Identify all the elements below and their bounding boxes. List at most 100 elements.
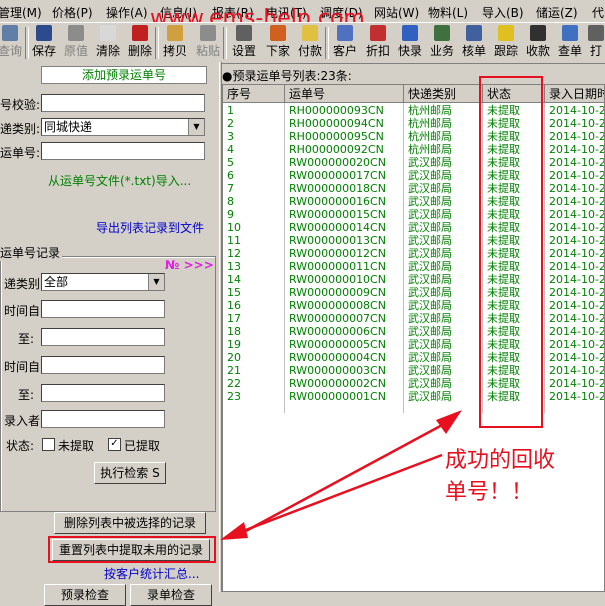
table-row[interactable]: 17RW000000007CN武汉邮局未提取2014-10-24 — [223, 312, 604, 325]
business-label: 业务 — [429, 44, 454, 58]
entered-by-field[interactable] — [41, 410, 165, 428]
menu-item-10[interactable]: 储运(Z) — [536, 4, 578, 21]
check-button[interactable]: 查单 — [554, 25, 586, 61]
table-row[interactable]: 9RW000000015CN武汉邮局未提取2014-10-24 — [223, 208, 604, 221]
column-header-2[interactable]: 快递类别 — [404, 85, 483, 103]
customer-button[interactable]: 客户 — [328, 25, 362, 61]
table-row[interactable]: 13RW000000011CN武汉邮局未提取2014-10-24 — [223, 260, 604, 273]
table-cell: 5 — [227, 156, 234, 169]
save-button[interactable]: 保存 — [28, 25, 60, 61]
table-row[interactable]: 21RW000000003CN武汉邮局未提取2014-10-24 — [223, 364, 604, 377]
table-cell: 武汉邮局 — [408, 182, 452, 195]
delete-selected-button[interactable]: 删除列表中被选择的记录 — [54, 512, 206, 534]
table-cell: 14 — [227, 273, 241, 286]
entry-check-button[interactable]: 录单检查 — [130, 584, 212, 606]
time2-from-field[interactable] — [41, 356, 165, 374]
table-cell: 18 — [227, 325, 241, 338]
table-cell: RW000000017CN — [289, 169, 386, 182]
delete-button[interactable]: 删除 — [124, 25, 156, 61]
table-cell: 16 — [227, 299, 241, 312]
menu-item-7[interactable]: 网站(W) — [374, 4, 419, 21]
table-row[interactable]: 14RW000000010CN武汉邮局未提取2014-10-24 — [223, 273, 604, 286]
table-row[interactable]: 11RW000000013CN武汉邮局未提取2014-10-24 — [223, 234, 604, 247]
import-link[interactable]: 从运单号文件(*.txt)导入... — [48, 172, 191, 189]
express-icon — [402, 25, 418, 41]
column-header-1[interactable]: 运单号 — [285, 85, 404, 103]
verify-button[interactable]: 核单 — [458, 25, 490, 61]
table-cell: 武汉邮局 — [408, 221, 452, 234]
paste-button[interactable]: 粘贴 — [192, 25, 224, 61]
column-header-4[interactable]: 录入日期时 — [545, 85, 604, 103]
menu-item-9[interactable]: 导入(B) — [482, 4, 524, 21]
settings-button[interactable]: 设置 — [226, 25, 262, 61]
table-cell: 武汉邮局 — [408, 273, 452, 286]
time2-to-field[interactable] — [41, 384, 165, 402]
table-row[interactable]: 4RH000000092CN杭州邮局未提取2014-10-24 — [223, 143, 604, 156]
chevron-down-icon[interactable]: ▼ — [188, 119, 204, 135]
print-button[interactable]: 打 — [586, 25, 605, 61]
stats-link[interactable]: 按客户统计汇总... — [104, 565, 199, 582]
menu-item-8[interactable]: 物料(L) — [428, 4, 468, 21]
clear-icon — [100, 25, 116, 41]
unused-checkbox[interactable] — [42, 438, 55, 451]
table-row[interactable]: 16RW000000008CN武汉邮局未提取2014-10-24 — [223, 299, 604, 312]
group-marker[interactable]: № >>> — [165, 258, 214, 272]
add-waybill-button[interactable]: 添加预录运单号 — [41, 66, 207, 84]
table-row[interactable]: 7RW000000018CN武汉邮局未提取2014-10-24 — [223, 182, 604, 195]
express-type-select[interactable]: 同城快递 ▼ — [41, 118, 205, 136]
menu-item-11[interactable]: 代 — [592, 4, 604, 21]
table-cell: 2014-10-24 — [549, 195, 604, 208]
download-button[interactable]: 下家 — [262, 25, 294, 61]
payment-button[interactable]: 付款 — [294, 25, 326, 61]
used-checkbox[interactable]: ✓ — [108, 438, 121, 451]
menu-item-1[interactable]: 价格(P) — [52, 4, 93, 21]
search-button[interactable]: 执行检索 S — [94, 462, 166, 484]
table-row[interactable]: 6RW000000017CN武汉邮局未提取2014-10-24 — [223, 169, 604, 182]
track-button[interactable]: 跟踪 — [490, 25, 522, 61]
check-icon — [562, 25, 578, 41]
table-row[interactable]: 18RW000000006CN武汉邮局未提取2014-10-24 — [223, 325, 604, 338]
restore-button[interactable]: 原值 — [60, 25, 92, 61]
query-button[interactable]: 查询 — [0, 25, 26, 61]
settings-label: 设置 — [231, 44, 256, 58]
table-row[interactable]: 19RW000000005CN武汉邮局未提取2014-10-24 — [223, 338, 604, 351]
table-cell: 武汉邮局 — [408, 156, 452, 169]
table-row[interactable]: 15RW000000009CN武汉邮局未提取2014-10-24 — [223, 286, 604, 299]
table-row[interactable]: 12RW000000012CN武汉邮局未提取2014-10-24 — [223, 247, 604, 260]
table-row[interactable]: 8RW000000016CN武汉邮局未提取2014-10-24 — [223, 195, 604, 208]
table-row[interactable]: 2RH000000094CN杭州邮局未提取2014-10-24 — [223, 117, 604, 130]
business-button[interactable]: 业务 — [426, 25, 458, 61]
filter-type-value: 全部 — [44, 275, 69, 289]
table-cell: 2014-10-24 — [549, 312, 604, 325]
collect-button[interactable]: 收款 — [522, 25, 554, 61]
waybill-field[interactable] — [41, 142, 205, 160]
highlight-status-column — [479, 76, 543, 428]
settings-icon — [236, 25, 252, 41]
table-cell: 2 — [227, 117, 234, 130]
chevron-down-icon[interactable]: ▼ — [148, 274, 164, 290]
column-header-0[interactable]: 序号 — [223, 85, 285, 103]
time-to-field[interactable] — [41, 328, 165, 346]
menu-item-2[interactable]: 操作(A) — [106, 4, 148, 21]
table-row[interactable]: 22RW000000002CN武汉邮局未提取2014-10-24 — [223, 377, 604, 390]
table-cell: 2014-10-24 — [549, 234, 604, 247]
filter-type-select[interactable]: 全部 ▼ — [41, 273, 165, 291]
express-button[interactable]: 快录 — [394, 25, 426, 61]
precheck-button[interactable]: 预录检查 — [44, 584, 126, 606]
table-cell: RW000000003CN — [289, 364, 386, 377]
table-row[interactable]: 1RH000000093CN杭州邮局未提取2014-10-24 — [223, 104, 604, 117]
table-row[interactable]: 5RW000000020CN武汉邮局未提取2014-10-24 — [223, 156, 604, 169]
table-cell: 武汉邮局 — [408, 286, 452, 299]
discount-button[interactable]: 折扣 — [362, 25, 394, 61]
copy-label: 拷贝 — [162, 44, 187, 58]
copy-button[interactable]: 拷贝 — [158, 25, 192, 61]
table-row[interactable]: 3RH000000095CN杭州邮局未提取2014-10-24 — [223, 130, 604, 143]
time-from-field[interactable] — [41, 300, 165, 318]
clear-button[interactable]: 清除 — [92, 25, 124, 61]
menu-item-0[interactable]: 管理(M) — [0, 4, 42, 21]
table-row[interactable]: 10RW000000014CN武汉邮局未提取2014-10-24 — [223, 221, 604, 234]
verify-field[interactable] — [41, 94, 205, 112]
export-link[interactable]: 导出列表记录到文件 — [96, 219, 204, 236]
table-row[interactable]: 20RW000000004CN武汉邮局未提取2014-10-24 — [223, 351, 604, 364]
time-from-label: 时间自: — [4, 304, 45, 318]
